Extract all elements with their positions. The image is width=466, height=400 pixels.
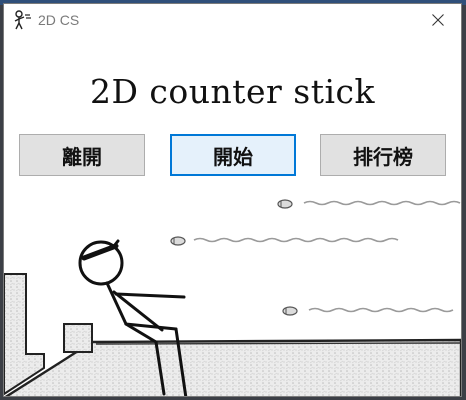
window-title: 2D CS [38, 12, 80, 28]
bullet-top [277, 199, 461, 209]
title-bar[interactable]: 2D CS [4, 4, 461, 36]
main-panel: 2D counter stick 離開 開始 排行榜 [4, 36, 461, 396]
bullet-bottom [282, 306, 454, 316]
start-button[interactable]: 開始 [170, 134, 296, 176]
bullet-middle [170, 236, 399, 246]
stick-figure-icon [14, 10, 31, 30]
chimney [63, 323, 93, 353]
game-title: 2D counter stick [89, 72, 376, 111]
stick-figure-dodging-bullets-illustration [4, 199, 461, 396]
exit-button[interactable]: 離開 [19, 134, 145, 176]
app-window: 2D CS 2D counter stick 離開 開始 排行榜 [3, 3, 462, 397]
leaderboard-button[interactable]: 排行榜 [320, 134, 446, 176]
close-button[interactable] [415, 4, 461, 36]
close-icon [432, 14, 444, 26]
